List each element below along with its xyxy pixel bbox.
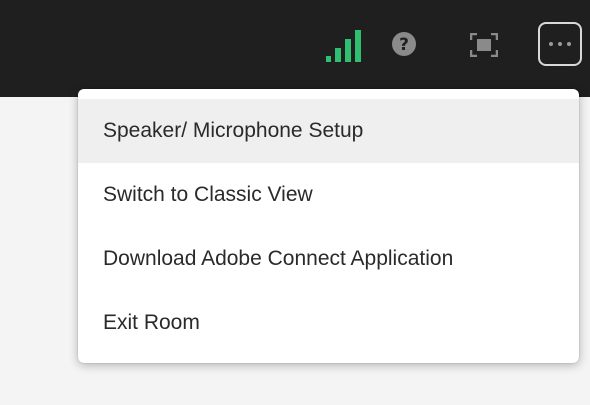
fullscreen-icon[interactable] (470, 33, 498, 57)
menu-item-exit-room[interactable]: Exit Room (78, 291, 579, 355)
menu-list: Speaker/ Microphone Setup Switch to Clas… (78, 89, 579, 355)
top-toolbar: ? (0, 0, 590, 97)
menu-item-speaker-microphone-setup[interactable]: Speaker/ Microphone Setup (78, 99, 579, 163)
menu-item-switch-to-classic-view[interactable]: Switch to Classic View (78, 163, 579, 227)
more-options-icon (549, 42, 571, 46)
svg-text:?: ? (399, 35, 409, 55)
help-icon[interactable]: ? (391, 31, 417, 57)
signal-strength-icon[interactable] (326, 28, 362, 62)
more-options-menu: Speaker/ Microphone Setup Switch to Clas… (78, 89, 579, 363)
more-options-button[interactable] (538, 22, 582, 66)
menu-item-download-adobe-connect-application[interactable]: Download Adobe Connect Application (78, 227, 579, 291)
